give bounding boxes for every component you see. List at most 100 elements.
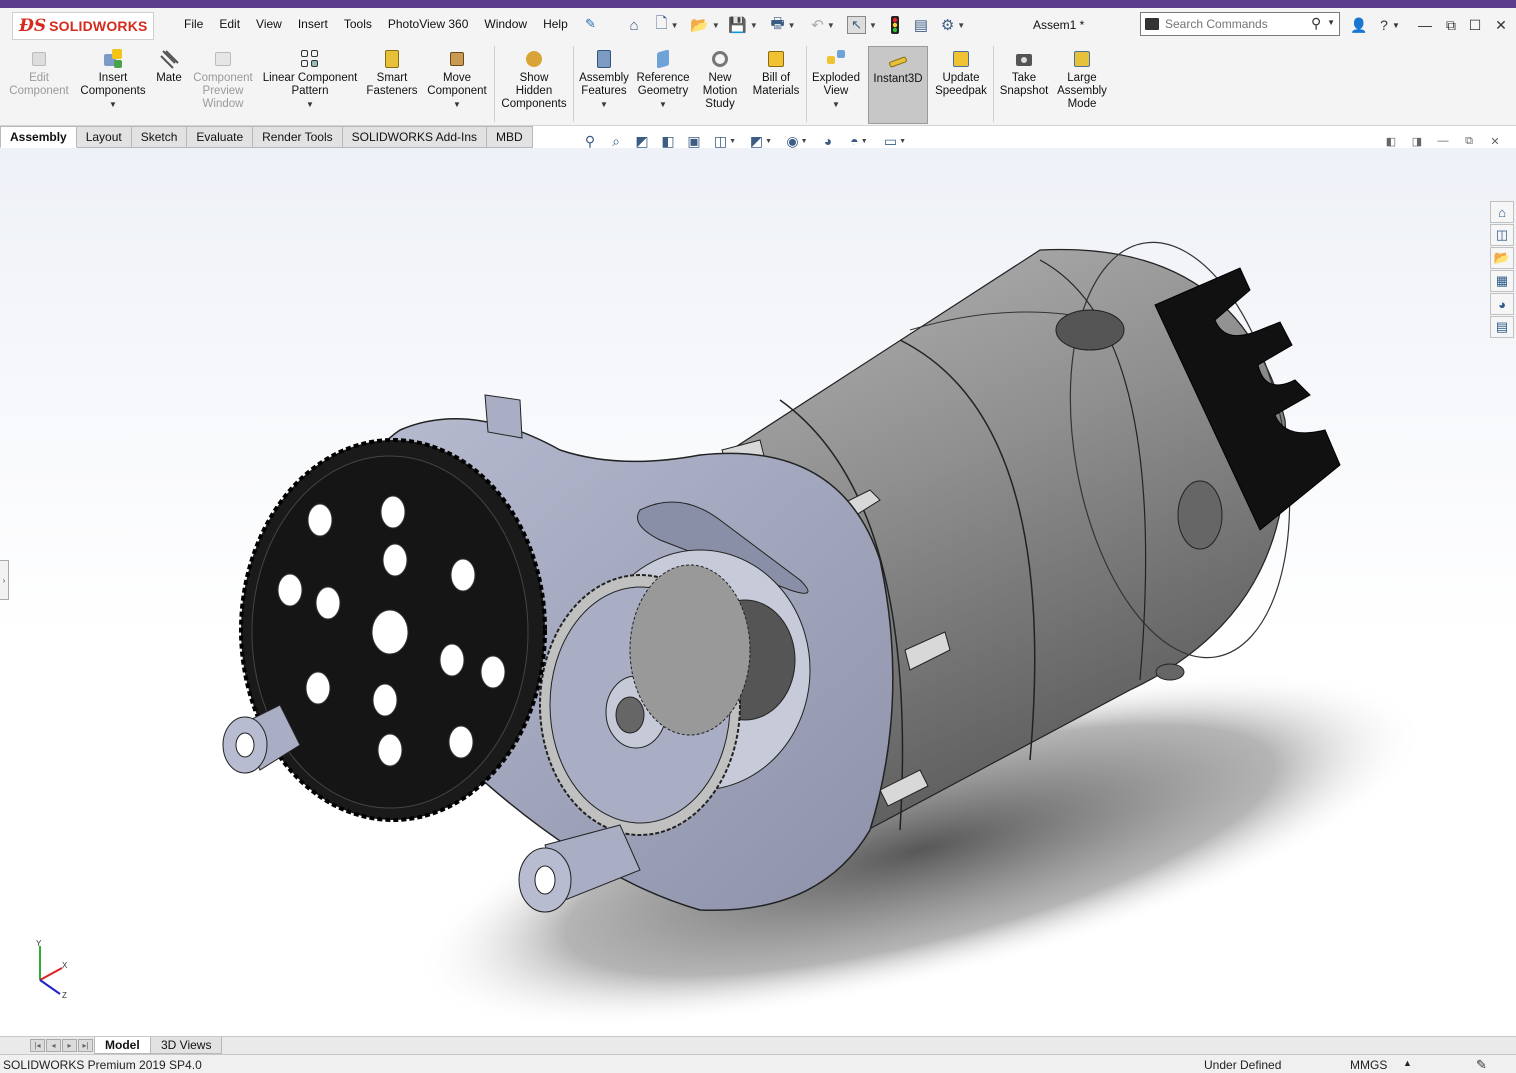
menu-insert[interactable]: Insert xyxy=(290,17,336,31)
take-snapshot-button[interactable]: Take Snapshot xyxy=(996,46,1052,124)
select-icon[interactable]: ↖ ▼ xyxy=(843,14,881,36)
move-component-dropdown-icon[interactable]: ▼ xyxy=(453,100,461,109)
new-document-icon[interactable]: 🗋 ▼ xyxy=(650,14,684,36)
exploded-view-icon xyxy=(825,48,847,70)
component-preview-window-button[interactable]: Component Preview Window xyxy=(188,46,258,124)
mate-button[interactable]: Mate xyxy=(152,46,186,124)
viewport-prev-icon[interactable]: ◧ xyxy=(1384,134,1398,148)
home-icon[interactable]: ⌂ xyxy=(622,14,646,36)
minimize-icon[interactable]: — xyxy=(1414,16,1436,34)
viewport-close-icon[interactable]: ✕ xyxy=(1488,134,1502,148)
update-speedpak-button[interactable]: Update Speedpak xyxy=(932,46,990,124)
search-input[interactable] xyxy=(1165,15,1305,33)
new-motion-study-button[interactable]: New Motion Study xyxy=(696,46,744,124)
instant3d-button[interactable]: Instant3D xyxy=(868,46,928,124)
linear-pattern-dropdown-icon[interactable]: ▼ xyxy=(306,100,314,109)
linear-component-pattern-button[interactable]: Linear Component Pattern ▼ xyxy=(260,46,360,124)
viewport-next-icon[interactable]: ◨ xyxy=(1410,134,1424,148)
title-accent-bar xyxy=(0,0,1516,8)
coordinate-triad-icon: Y X Z xyxy=(36,940,68,1000)
solidworks-resources-icon[interactable]: ⌂ xyxy=(1490,201,1514,223)
tab-evaluate[interactable]: Evaluate xyxy=(187,126,254,148)
definition-status: Under Defined xyxy=(1204,1058,1282,1072)
search-icon[interactable]: ⚲ xyxy=(1311,15,1327,33)
bom-icon xyxy=(765,48,787,70)
tab-mbd[interactable]: MBD xyxy=(487,126,533,148)
large-gear[interactable] xyxy=(239,438,547,822)
custom-properties-icon[interactable]: ▤ xyxy=(1490,316,1514,338)
exploded-view-dropdown-icon[interactable]: ▼ xyxy=(832,100,840,109)
search-dropdown-icon[interactable]: ▼ xyxy=(1327,18,1335,27)
mate-icon xyxy=(158,48,180,70)
show-hidden-components-button[interactable]: Show Hidden Components xyxy=(498,46,570,124)
assembly-model[interactable] xyxy=(0,148,1516,1036)
tab-scroll-arrows: |◂ ◂ ▸ ▸| xyxy=(30,1039,94,1052)
last-tab-icon[interactable]: ▸| xyxy=(78,1039,93,1052)
prev-tab-icon[interactable]: ◂ xyxy=(46,1039,61,1052)
customize-statusbar-icon[interactable]: ✎ xyxy=(1476,1057,1487,1073)
smart-fasteners-icon xyxy=(381,48,403,70)
task-pane-tabs: ⌂ ◫ 📂 ▦ ◕ ▤ xyxy=(1488,200,1516,350)
large-assembly-mode-button[interactable]: Large Assembly Mode xyxy=(1054,46,1110,124)
unit-system-dropdown-icon[interactable]: ▲ xyxy=(1403,1058,1412,1068)
reference-geometry-button[interactable]: Reference Geometry ▼ xyxy=(634,46,692,124)
close-icon[interactable]: ✕ xyxy=(1490,16,1512,34)
show-hidden-icon xyxy=(523,48,545,70)
menu-edit[interactable]: Edit xyxy=(211,17,248,31)
undo-icon[interactable]: ↶ ▼ xyxy=(806,14,840,36)
menu-tools[interactable]: Tools xyxy=(336,17,380,31)
tab-3d-views[interactable]: 3D Views xyxy=(150,1037,223,1054)
smart-fasteners-button[interactable]: Smart Fasteners xyxy=(362,46,422,124)
menu-bar: ƉS SOLIDWORKS File Edit View Insert Tool… xyxy=(0,8,1516,42)
insert-components-button[interactable]: Insert Components ▼ xyxy=(76,46,150,124)
pin-menu-icon[interactable]: ✎ xyxy=(585,16,599,32)
tab-layout[interactable]: Layout xyxy=(76,126,132,148)
next-tab-icon[interactable]: ▸ xyxy=(62,1039,77,1052)
help-icon[interactable]: ? ▼ xyxy=(1374,16,1406,34)
ds-logo-icon: ƉS xyxy=(19,16,47,36)
options-icon[interactable]: ⚙ ▼ xyxy=(936,14,970,36)
assembly-features-dropdown-icon[interactable]: ▼ xyxy=(600,100,608,109)
unit-system[interactable]: MMGS xyxy=(1350,1058,1387,1072)
logo-text: SOLIDWORKS xyxy=(49,18,148,34)
assembly-features-button[interactable]: Assembly Features ▼ xyxy=(576,46,632,124)
menu-file[interactable]: File xyxy=(176,17,211,31)
user-icon[interactable]: 👤 xyxy=(1348,16,1370,34)
menu-help[interactable]: Help xyxy=(535,17,576,31)
command-search-icon xyxy=(1145,18,1159,30)
viewport-minimize-icon[interactable]: — xyxy=(1436,134,1450,148)
search-commands-box[interactable]: ⚲ ▼ xyxy=(1140,12,1340,36)
speedpak-icon xyxy=(950,48,972,70)
menu-view[interactable]: View xyxy=(248,17,290,31)
view-palette-icon[interactable]: ▦ xyxy=(1490,270,1514,292)
save-icon[interactable]: 💾 ▼ xyxy=(726,14,760,36)
feature-manager-toggle-icon[interactable]: › xyxy=(0,560,9,600)
reference-geometry-dropdown-icon[interactable]: ▼ xyxy=(659,100,667,109)
solidworks-logo[interactable]: ƉS SOLIDWORKS xyxy=(12,12,154,40)
graphics-area[interactable]: › Y X Z xyxy=(0,148,1516,1036)
bill-of-materials-button[interactable]: Bill of Materials xyxy=(748,46,804,124)
file-explorer-icon[interactable]: 📂 xyxy=(1490,247,1514,269)
menu-photoview[interactable]: PhotoView 360 xyxy=(380,17,477,31)
restore-icon[interactable]: ⧉ xyxy=(1440,16,1462,34)
rebuild-icon[interactable] xyxy=(886,14,904,36)
first-tab-icon[interactable]: |◂ xyxy=(30,1039,45,1052)
insert-components-dropdown-icon[interactable]: ▼ xyxy=(109,100,117,109)
motion-study-icon xyxy=(709,48,731,70)
appearances-icon[interactable]: ◕ xyxy=(1490,293,1514,315)
menu-window[interactable]: Window xyxy=(476,17,535,31)
tab-sketch[interactable]: Sketch xyxy=(131,126,188,148)
edit-component-button[interactable]: Edit Component xyxy=(4,46,74,124)
print-icon[interactable]: 🖶 ▼ xyxy=(764,14,802,36)
file-properties-icon[interactable]: ▤ xyxy=(910,14,932,36)
tab-model[interactable]: Model xyxy=(94,1037,151,1054)
move-component-button[interactable]: Move Component ▼ xyxy=(424,46,490,124)
open-document-icon[interactable]: 📂 ▼ xyxy=(688,14,722,36)
exploded-view-button[interactable]: Exploded View ▼ xyxy=(808,46,864,124)
tab-addins[interactable]: SOLIDWORKS Add-Ins xyxy=(342,126,487,148)
viewport-restore-icon[interactable]: ⧉ xyxy=(1462,134,1476,148)
design-library-icon[interactable]: ◫ xyxy=(1490,224,1514,246)
tab-assembly[interactable]: Assembly xyxy=(0,126,77,148)
tab-render-tools[interactable]: Render Tools xyxy=(253,126,343,148)
maximize-icon[interactable]: ☐ xyxy=(1464,16,1486,34)
